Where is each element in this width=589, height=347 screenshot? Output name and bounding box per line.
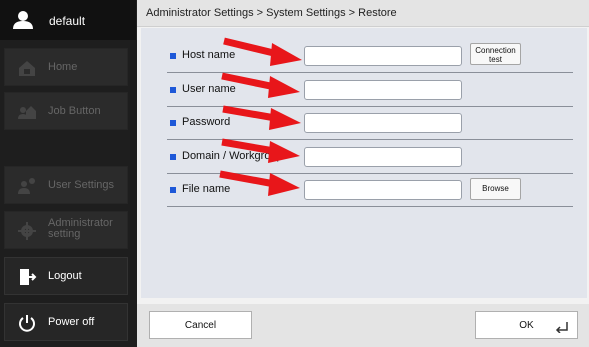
bullet-icon xyxy=(170,53,176,59)
nav-job-button[interactable]: Job Button xyxy=(4,92,128,130)
user-name: default xyxy=(49,14,86,28)
nav-user-settings[interactable]: User Settings xyxy=(4,166,128,204)
user-settings-icon xyxy=(18,178,35,194)
file-name-input[interactable] xyxy=(304,180,462,200)
logout-button[interactable]: Logout xyxy=(4,257,128,295)
host-name-label: Host name xyxy=(182,49,236,61)
logout-label: Logout xyxy=(48,270,82,282)
bullet-icon xyxy=(170,120,176,126)
browse-button[interactable]: Browse xyxy=(470,178,521,200)
form-row-password: Password xyxy=(167,107,573,140)
power-off-button[interactable]: Power off xyxy=(4,303,128,341)
connection-test-line2: test xyxy=(489,55,502,64)
sidebar: default Home Job Button User Settings Ad… xyxy=(0,0,136,347)
form-row-host-name: Host name Connection test xyxy=(167,40,573,73)
password-label: Password xyxy=(182,116,231,128)
domain-workgroup-input[interactable] xyxy=(304,147,462,167)
cancel-button[interactable]: Cancel xyxy=(149,311,252,339)
form-row-user-name: User name xyxy=(167,74,573,107)
domain-workgroup-label: Domain / Workgroup xyxy=(182,150,283,162)
connection-test-button[interactable]: Connection test xyxy=(470,43,521,65)
power-off-label: Power off xyxy=(48,316,95,328)
logout-icon xyxy=(20,269,37,285)
bullet-icon xyxy=(170,154,176,160)
gear-icon xyxy=(18,222,36,240)
breadcrumb: Administrator Settings > System Settings… xyxy=(137,0,589,27)
footer-bar: Cancel OK xyxy=(137,304,589,347)
form-row-domain-workgroup: Domain / Workgroup xyxy=(167,141,573,174)
user-name-label: User name xyxy=(182,83,236,95)
nav-administrator-setting-line2: setting xyxy=(48,228,81,240)
file-name-label: File name xyxy=(182,183,231,195)
user-name-input[interactable] xyxy=(304,80,462,100)
home-icon xyxy=(19,61,35,76)
user-icon xyxy=(13,11,33,29)
bullet-icon xyxy=(170,87,176,93)
power-icon xyxy=(19,315,35,332)
ok-button[interactable]: OK xyxy=(475,311,578,339)
enter-icon xyxy=(555,322,568,333)
nav-home-label: Home xyxy=(48,61,78,73)
breadcrumb-text: Administrator Settings > System Settings… xyxy=(146,7,397,19)
password-input[interactable] xyxy=(304,113,462,133)
job-button-icon xyxy=(18,106,36,119)
connection-test-line1: Connection xyxy=(475,46,516,55)
user-header: default xyxy=(0,0,136,40)
ok-label: OK xyxy=(519,320,534,331)
bullet-icon xyxy=(170,187,176,193)
form-row-file-name: File name Browse xyxy=(167,174,573,207)
form-panel: Host name Connection test User name Pass… xyxy=(141,28,587,298)
main-content: Administrator Settings > System Settings… xyxy=(137,0,589,347)
nav-home[interactable]: Home xyxy=(4,48,128,86)
nav-administrator-setting-label: Administrator setting xyxy=(48,218,113,240)
host-name-input[interactable] xyxy=(304,46,462,66)
nav-job-button-label: Job Button xyxy=(48,105,101,117)
nav-user-settings-label: User Settings xyxy=(48,179,115,191)
nav-administrator-setting[interactable]: Administrator setting xyxy=(4,211,128,249)
